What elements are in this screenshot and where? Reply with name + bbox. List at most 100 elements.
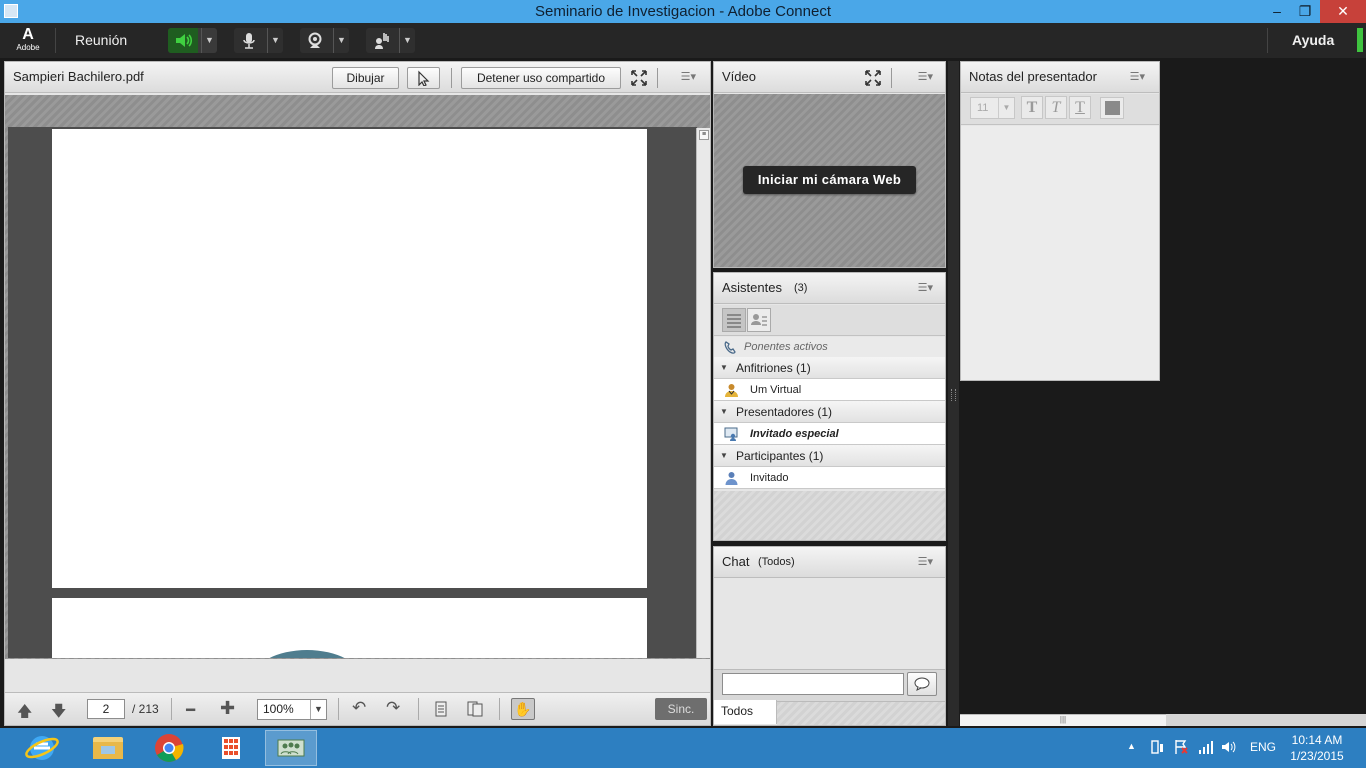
hand-tool-icon[interactable]: ✋ bbox=[511, 698, 535, 720]
active-speakers-label: Ponentes activos bbox=[744, 341, 828, 353]
collapse-triangle-icon[interactable]: ▼ bbox=[720, 407, 728, 416]
pod-options-icon[interactable]: ☰▾ bbox=[1130, 70, 1145, 83]
send-message-button[interactable] bbox=[907, 672, 937, 696]
chevron-down-icon[interactable]: ▼ bbox=[201, 28, 217, 53]
app-toolbar: A Adobe Reunión ▼ ▼ ▼ ▼ Ayuda bbox=[0, 23, 1366, 58]
collapse-triangle-icon[interactable]: ▼ bbox=[720, 363, 728, 372]
document-scrollbar[interactable]: ≡ bbox=[696, 128, 710, 658]
scrollbar-thumb[interactable]: ≡ bbox=[699, 130, 709, 140]
zoom-in-icon[interactable]: ✚ bbox=[220, 698, 235, 719]
next-page-icon[interactable]: 🡇 bbox=[51, 701, 66, 726]
group-presenters[interactable]: ▼ Presentadores (1) bbox=[714, 401, 945, 423]
pod-options-icon[interactable]: ☰▾ bbox=[918, 70, 933, 83]
panel-splitter[interactable] bbox=[948, 61, 959, 726]
clock-time: 10:14 AM bbox=[1291, 733, 1343, 747]
footer-divider bbox=[171, 698, 172, 720]
rotate-left-icon[interactable]: ↶ bbox=[352, 698, 366, 718]
bold-icon[interactable]: T bbox=[1021, 96, 1043, 119]
webcam-control[interactable]: ▼ bbox=[300, 28, 349, 53]
fullscreen-icon[interactable] bbox=[864, 69, 882, 90]
chrome-icon[interactable] bbox=[143, 730, 195, 766]
raise-hand-icon[interactable] bbox=[366, 28, 396, 53]
page-total: / 213 bbox=[132, 702, 159, 716]
webcam-icon[interactable] bbox=[300, 28, 330, 53]
draw-button[interactable]: Dibujar bbox=[332, 67, 399, 89]
adobe-logo-text: Adobe bbox=[16, 43, 40, 52]
chevron-down-icon[interactable]: ▼ bbox=[998, 98, 1014, 118]
chevron-down-icon[interactable]: ▼ bbox=[267, 28, 283, 53]
attendees-pod-header: Asistentes (3) ☰▾ bbox=[714, 273, 945, 304]
two-page-icon[interactable] bbox=[467, 701, 483, 720]
speaker-icon[interactable] bbox=[168, 28, 198, 53]
system-clock[interactable]: 10:14 AM 1/23/2015 bbox=[1282, 732, 1352, 764]
group-label: Presentadores (1) bbox=[736, 405, 833, 419]
pod-options-icon[interactable]: ☰▾ bbox=[918, 555, 933, 568]
header-divider bbox=[451, 68, 452, 88]
window-title: Seminario de Investigacion - Adobe Conne… bbox=[534, 3, 831, 20]
volume-icon[interactable] bbox=[1220, 739, 1236, 758]
zoom-select[interactable]: 100% ▼ bbox=[257, 699, 327, 720]
show-hidden-icons[interactable]: ▲ bbox=[1127, 741, 1136, 751]
minimize-button[interactable]: – bbox=[1262, 0, 1292, 23]
group-label: Anfitriones (1) bbox=[736, 361, 811, 375]
header-divider bbox=[891, 68, 892, 88]
adobe-connect-taskbar-icon[interactable] bbox=[265, 730, 317, 766]
page-graphic bbox=[252, 650, 362, 658]
adobe-logo: A Adobe bbox=[14, 27, 42, 55]
chat-title: Chat bbox=[722, 554, 750, 569]
action-center-icon[interactable] bbox=[1173, 739, 1189, 758]
group-participants[interactable]: ▼ Participantes (1) bbox=[714, 445, 945, 467]
pointer-tool-button[interactable] bbox=[407, 67, 440, 89]
start-webcam-button[interactable]: Iniciar mi cámara Web bbox=[743, 166, 916, 194]
attendee-row[interactable]: Invitado bbox=[714, 467, 945, 489]
notes-editor[interactable] bbox=[961, 126, 1159, 380]
underline-icon[interactable]: T bbox=[1069, 96, 1091, 119]
close-button[interactable]: ✕ bbox=[1320, 0, 1366, 23]
app-grid-icon[interactable] bbox=[205, 730, 257, 766]
file-explorer-icon[interactable] bbox=[82, 730, 134, 766]
device-icon[interactable] bbox=[1149, 739, 1165, 758]
microphone-icon[interactable] bbox=[234, 28, 264, 53]
document-page bbox=[52, 129, 647, 588]
text-color-button[interactable] bbox=[1100, 97, 1124, 119]
stop-sharing-button[interactable]: Detener uso compartido bbox=[461, 67, 621, 89]
input-language[interactable]: ENG bbox=[1250, 740, 1276, 754]
restore-button[interactable]: ❐ bbox=[1290, 0, 1320, 23]
font-size-select[interactable]: 11 ▼ bbox=[970, 97, 1015, 119]
zoom-out-icon[interactable]: ━ bbox=[186, 701, 195, 719]
speaker-control[interactable]: ▼ bbox=[168, 28, 217, 53]
pod-options-icon[interactable]: ☰▾ bbox=[681, 70, 696, 83]
fullscreen-icon[interactable] bbox=[630, 69, 648, 90]
share-pod-header: Sampieri Bachilero.pdf Dibujar Detener u… bbox=[5, 62, 710, 93]
chat-tab-all[interactable]: Todos bbox=[714, 700, 777, 724]
italic-icon[interactable]: T bbox=[1045, 96, 1067, 119]
pointer-icon bbox=[417, 70, 429, 87]
group-hosts[interactable]: ▼ Anfitriones (1) bbox=[714, 357, 945, 379]
single-page-icon[interactable] bbox=[434, 701, 448, 720]
horizontal-scrollbar[interactable] bbox=[1166, 714, 1366, 726]
rotate-right-icon[interactable]: ↷ bbox=[386, 698, 400, 718]
raise-hand-control[interactable]: ▼ bbox=[366, 28, 415, 53]
footer-divider bbox=[499, 698, 500, 720]
microphone-control[interactable]: ▼ bbox=[234, 28, 283, 53]
footer-divider bbox=[418, 698, 419, 720]
page-number-input[interactable]: 2 bbox=[87, 699, 125, 719]
internet-explorer-icon[interactable] bbox=[16, 730, 68, 766]
attendee-row[interactable]: Invitado especial bbox=[714, 423, 945, 445]
chat-message-input[interactable] bbox=[722, 673, 904, 695]
grid-view-icon[interactable] bbox=[747, 308, 771, 332]
chevron-down-icon[interactable]: ▼ bbox=[310, 700, 326, 719]
menu-help[interactable]: Ayuda bbox=[1292, 32, 1334, 48]
list-view-icon[interactable] bbox=[722, 308, 746, 332]
network-signal-icon[interactable] bbox=[1197, 739, 1213, 758]
chevron-down-icon[interactable]: ▼ bbox=[333, 28, 349, 53]
first-page-icon[interactable]: 🡅 bbox=[17, 701, 32, 726]
notes-resize-handle[interactable]: ||| bbox=[960, 714, 1166, 726]
menu-meeting[interactable]: Reunión bbox=[75, 32, 127, 48]
chevron-down-icon[interactable]: ▼ bbox=[399, 28, 415, 53]
attendee-row[interactable]: Um Virtual bbox=[714, 379, 945, 401]
pod-options-icon[interactable]: ☰▾ bbox=[918, 281, 933, 294]
collapse-triangle-icon[interactable]: ▼ bbox=[720, 451, 728, 460]
sync-button[interactable]: Sinc. bbox=[655, 698, 707, 720]
splitter-handle[interactable] bbox=[951, 389, 956, 401]
